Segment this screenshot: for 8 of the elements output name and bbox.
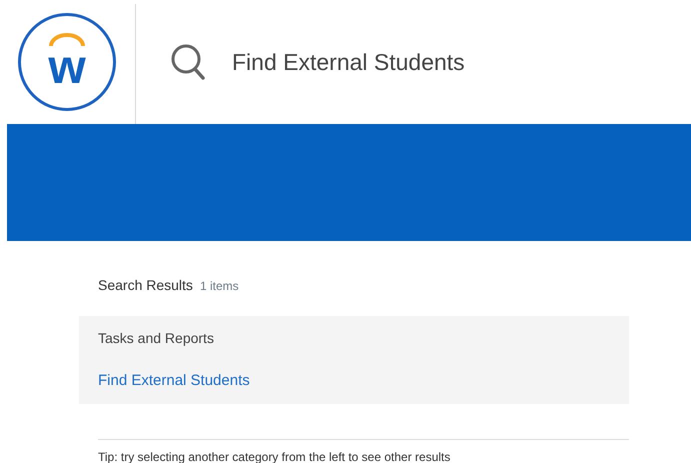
arc-icon: [49, 33, 85, 47]
result-link[interactable]: Find External Students: [98, 372, 610, 389]
results-title: Search Results: [98, 277, 193, 293]
logo-letter: w: [48, 44, 86, 92]
results-count: 1 items: [200, 279, 239, 293]
search-field[interactable]: Find External Students: [232, 48, 465, 76]
search-icon[interactable]: [170, 43, 208, 81]
category-heading: Tasks and Reports: [98, 330, 215, 346]
